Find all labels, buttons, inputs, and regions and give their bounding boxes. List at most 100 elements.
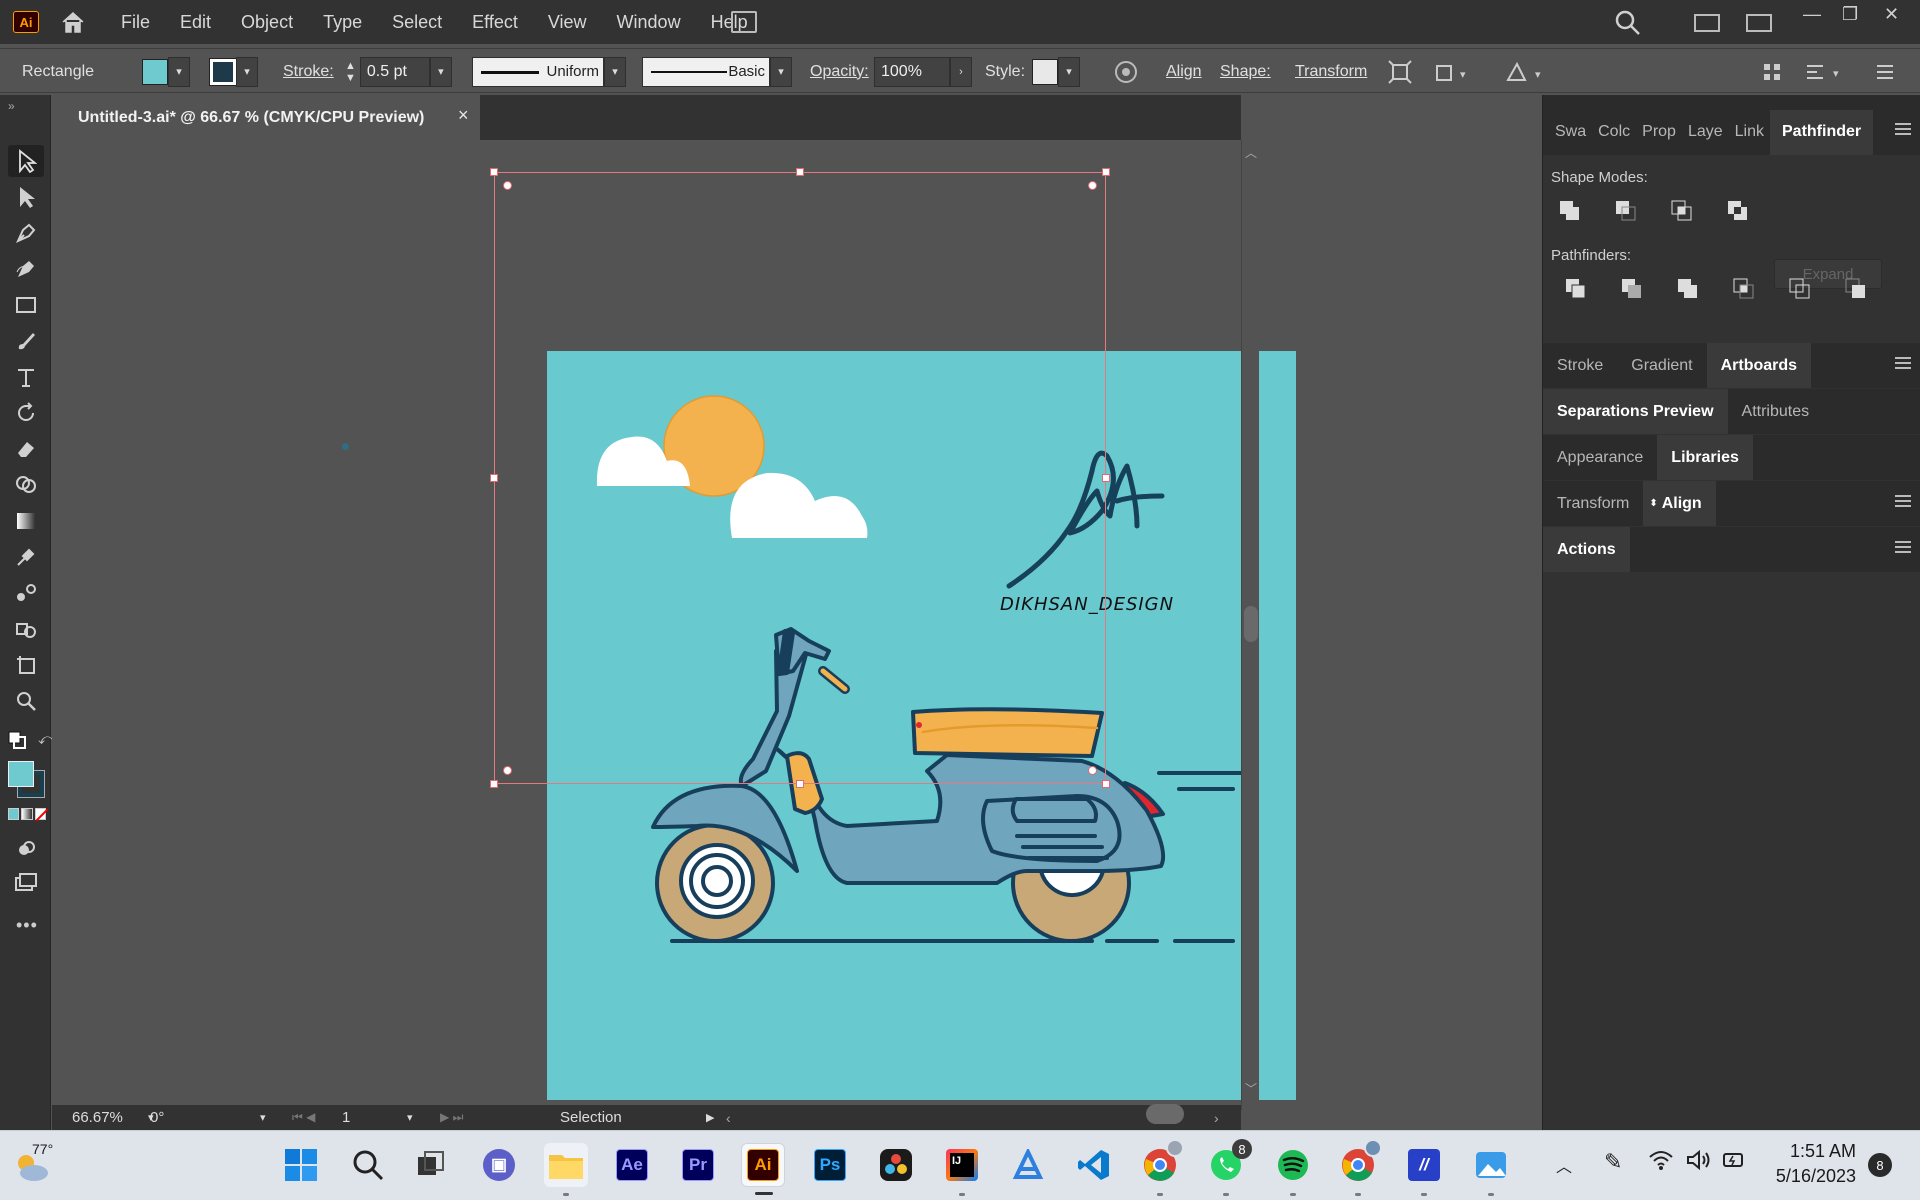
brush-dropdown[interactable]: ▾ — [770, 56, 792, 87]
tab-separations-preview[interactable]: Separations Preview — [1543, 389, 1728, 434]
tab-attributes[interactable]: Attributes — [1728, 389, 1824, 434]
recolor-icon[interactable] — [1113, 49, 1139, 94]
divide-icon[interactable] — [1565, 278, 1587, 300]
distribute-icon[interactable] — [1762, 49, 1782, 94]
crop-icon[interactable] — [1733, 278, 1755, 300]
transform-link[interactable]: Transform — [1295, 49, 1367, 94]
pathfinder-panel-menu-icon[interactable] — [1895, 123, 1911, 137]
close-document-icon[interactable]: × — [458, 105, 469, 126]
arrange-icon[interactable]: ▾ — [1434, 49, 1474, 94]
handle-br[interactable] — [1102, 780, 1110, 788]
merge-icon[interactable] — [1677, 278, 1699, 300]
intersect-icon[interactable] — [1671, 200, 1693, 222]
tab-libraries[interactable]: Libraries — [1657, 435, 1753, 480]
actions-panel-menu-icon[interactable] — [1895, 541, 1911, 555]
handle-tr[interactable] — [1102, 168, 1110, 176]
profile-dropdown[interactable]: ▾ — [604, 56, 626, 87]
menu-type[interactable]: Type — [323, 12, 362, 33]
minus-back-icon[interactable] — [1845, 278, 1867, 300]
tab-align[interactable]: ⬍ Align — [1643, 481, 1716, 526]
whatsapp-icon[interactable]: 8 — [1204, 1139, 1252, 1196]
rotation-dropdown-icon[interactable]: ▾ — [260, 1111, 266, 1124]
file-explorer-icon[interactable] — [544, 1143, 588, 1196]
tab-artboards[interactable]: Artboards — [1706, 343, 1812, 388]
handle-tc[interactable] — [796, 168, 804, 176]
fill-stroke-indicator[interactable] — [8, 761, 46, 799]
task-view-icon[interactable] — [409, 1143, 453, 1187]
tab-actions[interactable]: Actions — [1543, 527, 1630, 572]
handle-bl[interactable] — [490, 780, 498, 788]
first-artboard-icon[interactable]: ⏮ ◀ — [292, 1110, 315, 1125]
blend-tool-icon[interactable] — [12, 579, 40, 607]
trim-icon[interactable] — [1621, 278, 1643, 300]
draw-mode-icon[interactable] — [12, 835, 40, 863]
workspace-switcher-icon[interactable] — [1694, 14, 1720, 32]
davinci-resolve-icon[interactable] — [874, 1143, 918, 1187]
rectangle-tool-icon[interactable] — [12, 291, 40, 319]
chrome-profile-icon[interactable] — [1138, 1139, 1184, 1196]
volume-icon[interactable] — [1686, 1148, 1712, 1177]
shape-builder-tool-icon[interactable] — [12, 471, 40, 499]
minus-front-icon[interactable] — [1615, 200, 1637, 222]
collapse-tools-icon[interactable]: » — [8, 99, 15, 113]
start-icon[interactable] — [279, 1143, 323, 1187]
corner-widget-bl[interactable] — [503, 766, 512, 775]
graphic-style-swatch[interactable] — [1032, 58, 1058, 85]
pen-tool-icon[interactable] — [12, 219, 40, 247]
align-link[interactable]: Align — [1166, 49, 1202, 94]
fill-swatch[interactable] — [142, 58, 168, 85]
restore-icon[interactable]: ❐ — [1842, 4, 1858, 25]
status-menu-icon[interactable]: ▶ — [706, 1111, 714, 1124]
default-fill-stroke-icon[interactable] — [8, 731, 26, 754]
tab-transform[interactable]: Transform — [1543, 481, 1643, 526]
menu-window[interactable]: Window — [617, 12, 681, 33]
tab-swatches[interactable]: Swa — [1543, 110, 1592, 155]
stroke-swatch-dropdown[interactable]: ▾ — [236, 56, 258, 87]
menu-object[interactable]: Object — [241, 12, 293, 33]
type-tool-icon[interactable] — [12, 363, 40, 391]
menu-file[interactable]: File — [121, 12, 150, 33]
selection-tool-icon[interactable] — [8, 145, 44, 177]
system-clock[interactable]: 1:51 AM 5/16/2023 — [1752, 1139, 1856, 1189]
handle-ml[interactable] — [490, 474, 498, 482]
gradient-tool-icon[interactable] — [12, 507, 40, 535]
after-effects-icon[interactable]: Ae — [610, 1143, 654, 1187]
opacity-arrow[interactable]: › — [950, 56, 972, 87]
zoom-tool-icon[interactable] — [12, 687, 40, 715]
corner-widget-br[interactable] — [1088, 766, 1097, 775]
tab-links[interactable]: Link — [1729, 110, 1770, 155]
document-tab[interactable]: Untitled-3.ai* @ 66.67 % (CMYK/CPU Previ… — [52, 95, 480, 140]
artboard-tool-icon[interactable] — [12, 651, 40, 679]
isolate-icon[interactable] — [1388, 49, 1412, 94]
opacity-field[interactable]: 100% — [874, 56, 950, 87]
tab-layers[interactable]: Laye — [1682, 110, 1729, 155]
photos-icon[interactable] — [1469, 1143, 1513, 1196]
align-panel-menu-icon[interactable] — [1895, 495, 1911, 509]
rotate-tool-icon[interactable] — [12, 399, 40, 427]
search-icon[interactable] — [1614, 9, 1642, 42]
vertical-scrollbar[interactable]: ︿ ﹀ — [1241, 140, 1259, 1110]
next-artboard-icon[interactable]: ▶ ⏭ — [440, 1110, 463, 1125]
stroke-swatch[interactable] — [209, 57, 237, 86]
panel-layout-icon[interactable] — [1746, 14, 1772, 32]
edit-toolbar-icon[interactable]: ••• — [16, 915, 38, 936]
rotation-field[interactable]: 0° — [150, 1109, 164, 1126]
corner-widget-tr[interactable] — [1088, 181, 1097, 190]
menu-view[interactable]: View — [548, 12, 587, 33]
symbol-sprayer-tool-icon[interactable] — [12, 615, 40, 643]
home-icon[interactable] — [60, 10, 86, 34]
scroll-up-icon[interactable]: ︿ — [1245, 144, 1257, 161]
app-installer-icon[interactable] — [1006, 1143, 1050, 1187]
style-dropdown[interactable]: ▾ — [1058, 56, 1080, 87]
notification-count-badge[interactable]: 8 — [1868, 1153, 1892, 1177]
direct-selection-tool-icon[interactable] — [12, 183, 40, 211]
outline-icon[interactable] — [1789, 278, 1811, 300]
scroll-down-icon[interactable]: ﹀ — [1245, 1080, 1257, 1097]
minimize-icon[interactable]: — — [1803, 4, 1821, 25]
opacity-label[interactable]: Opacity: — [810, 49, 869, 94]
artboard-number-field[interactable]: 1 — [342, 1109, 350, 1126]
premiere-pro-icon[interactable]: Pr — [676, 1143, 720, 1187]
align-options-icon[interactable]: ▾ — [1805, 49, 1845, 94]
menu-edit[interactable]: Edit — [180, 12, 211, 33]
menu-select[interactable]: Select — [392, 12, 442, 33]
